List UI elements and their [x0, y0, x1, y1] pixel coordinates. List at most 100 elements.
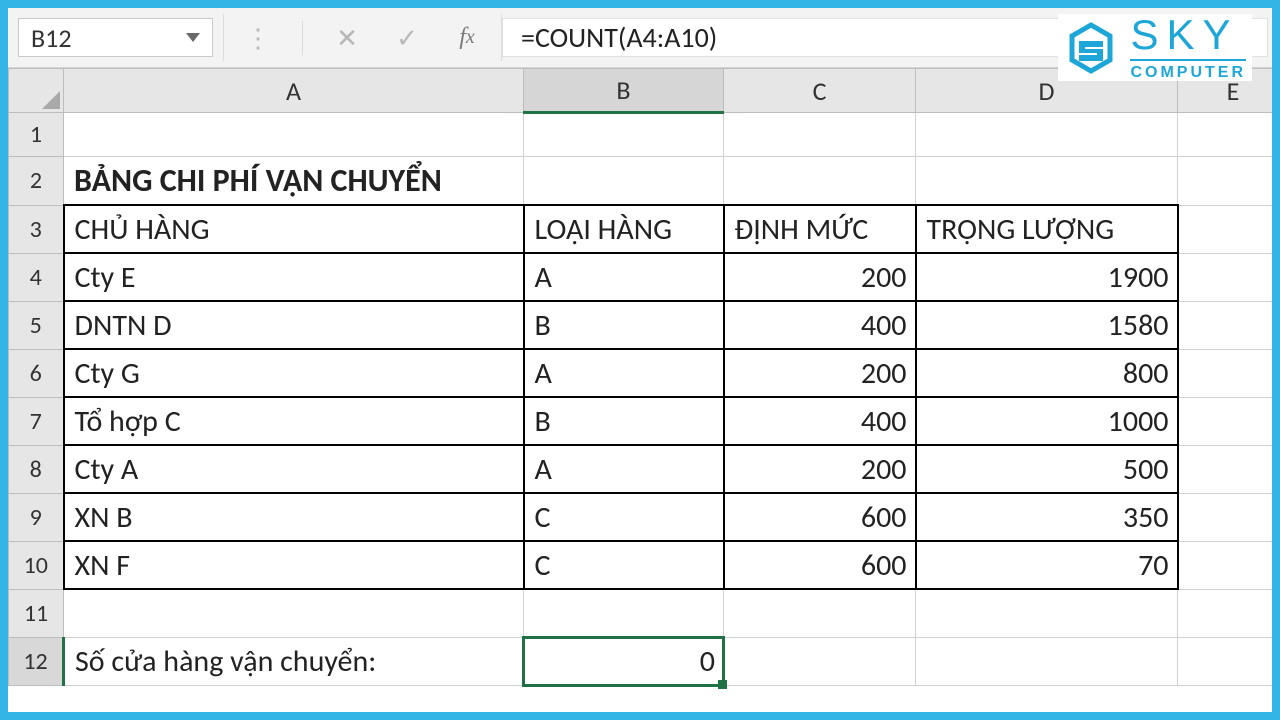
row-header[interactable]: 6 — [9, 349, 64, 397]
select-all-corner[interactable] — [9, 69, 64, 113]
cell[interactable]: Cty G — [64, 349, 524, 397]
cell[interactable]: B — [524, 301, 724, 349]
cell-text: XN F — [65, 542, 523, 588]
cell[interactable] — [1178, 589, 1273, 637]
logo-divider — [1130, 59, 1246, 61]
cell[interactable] — [1178, 253, 1273, 301]
cell-text: A — [525, 254, 723, 300]
vertical-ellipsis-icon[interactable]: ⋮ — [242, 22, 274, 54]
row-header[interactable]: 11 — [9, 589, 64, 637]
cell[interactable]: A — [524, 253, 724, 301]
cancel-icon[interactable]: ✕ — [331, 22, 363, 54]
cell[interactable]: Cty A — [64, 445, 524, 493]
cell-text: 600 — [725, 542, 915, 588]
row-header[interactable]: 9 — [9, 493, 64, 541]
cell[interactable]: 800 — [916, 349, 1178, 397]
cell[interactable]: Cty E — [64, 253, 524, 301]
cell[interactable]: 70 — [916, 541, 1178, 589]
row-7: 7 Tổ hợp C B 400 1000 — [9, 397, 1273, 445]
chevron-down-icon[interactable] — [186, 33, 200, 42]
row-header[interactable]: 12 — [9, 637, 64, 685]
cell[interactable]: XN B — [64, 493, 524, 541]
cell[interactable] — [524, 157, 724, 206]
cell[interactable]: C — [524, 541, 724, 589]
sheet-table: A B C D E 1 2 BẢNG CHI PH — [8, 68, 1272, 686]
cell[interactable] — [724, 589, 916, 637]
row-6: 6 Cty G A 200 800 — [9, 349, 1273, 397]
enter-icon[interactable]: ✓ — [391, 22, 423, 54]
cell[interactable]: 1000 — [916, 397, 1178, 445]
cell[interactable]: 1900 — [916, 253, 1178, 301]
cell[interactable] — [524, 113, 724, 157]
cell[interactable]: 200 — [724, 349, 916, 397]
cell-header-C[interactable]: ĐỊNH MỨC — [724, 205, 916, 253]
cell[interactable] — [1178, 113, 1273, 157]
cell-header-D[interactable]: TRỌNG LƯỢNG — [916, 205, 1178, 253]
cell[interactable] — [1178, 397, 1273, 445]
row-3: 3 CHỦ HÀNG LOẠI HÀNG ĐỊNH MỨC TRỌNG LƯỢN… — [9, 205, 1273, 253]
row-header[interactable]: 3 — [9, 205, 64, 253]
cell-text: 200 — [725, 446, 915, 492]
cell-text: 500 — [917, 446, 1177, 492]
cell[interactable] — [916, 589, 1178, 637]
cell[interactable] — [1178, 493, 1273, 541]
cell-header-A[interactable]: CHỦ HÀNG — [64, 205, 524, 253]
excel-window: B12 ⋮ ✕ ✓ fx =COUNT(A4:A10) SKY — [8, 8, 1272, 712]
cell[interactable]: C — [524, 493, 724, 541]
cell[interactable] — [916, 157, 1178, 206]
formula-text: =COUNT(A4:A10) — [521, 20, 717, 55]
cell[interactable] — [64, 113, 524, 157]
row-header[interactable]: 5 — [9, 301, 64, 349]
cell[interactable]: 1580 — [916, 301, 1178, 349]
cell[interactable] — [1178, 205, 1273, 253]
cell[interactable]: 400 — [724, 301, 916, 349]
row-header[interactable]: 2 — [9, 157, 64, 206]
cell[interactable]: Tổ hợp C — [64, 397, 524, 445]
cell[interactable] — [724, 157, 916, 206]
cell[interactable]: A — [524, 445, 724, 493]
cell[interactable] — [916, 637, 1178, 685]
row-header[interactable]: 4 — [9, 253, 64, 301]
row-header[interactable]: 10 — [9, 541, 64, 589]
cell[interactable] — [1178, 157, 1273, 206]
fx-icon[interactable]: fx — [451, 24, 483, 51]
cell[interactable]: 400 — [724, 397, 916, 445]
cell[interactable]: 200 — [724, 445, 916, 493]
row-header[interactable]: 1 — [9, 113, 64, 157]
cell[interactable] — [724, 113, 916, 157]
cell[interactable] — [1178, 637, 1273, 685]
cell[interactable] — [724, 637, 916, 685]
cell[interactable]: 600 — [724, 493, 916, 541]
col-header-C[interactable]: C — [724, 69, 916, 113]
cell[interactable] — [916, 113, 1178, 157]
col-header-A[interactable]: A — [64, 69, 524, 113]
cell-text: 70 — [917, 542, 1177, 588]
cell[interactable] — [1178, 301, 1273, 349]
cell[interactable] — [524, 589, 724, 637]
col-header-B[interactable]: B — [524, 69, 724, 113]
cell[interactable] — [1178, 445, 1273, 493]
cell[interactable]: 500 — [916, 445, 1178, 493]
cell[interactable] — [64, 589, 524, 637]
cell[interactable]: DNTN D — [64, 301, 524, 349]
cell[interactable] — [1178, 541, 1273, 589]
header-text: CHỦ HÀNG — [65, 206, 523, 252]
spreadsheet-grid[interactable]: A B C D E 1 2 BẢNG CHI PH — [8, 68, 1272, 712]
header-text: TRỌNG LƯỢNG — [917, 206, 1177, 252]
cell[interactable]: 600 — [724, 541, 916, 589]
row-header[interactable]: 7 — [9, 397, 64, 445]
row-5: 5 DNTN D B 400 1580 — [9, 301, 1273, 349]
footer-value: 0 — [524, 638, 723, 685]
cell[interactable]: A — [524, 349, 724, 397]
name-box[interactable]: B12 — [18, 18, 213, 57]
cell-header-B[interactable]: LOẠI HÀNG — [524, 205, 724, 253]
cell[interactable]: 350 — [916, 493, 1178, 541]
cell-footer-label[interactable]: Số cửa hàng vận chuyển: — [64, 637, 524, 685]
cell[interactable] — [1178, 349, 1273, 397]
cell-title[interactable]: BẢNG CHI PHÍ VẬN CHUYỂN — [64, 157, 524, 206]
cell[interactable]: B — [524, 397, 724, 445]
row-header[interactable]: 8 — [9, 445, 64, 493]
cell[interactable]: 200 — [724, 253, 916, 301]
active-cell[interactable]: 0 — [524, 637, 724, 685]
cell[interactable]: XN F — [64, 541, 524, 589]
